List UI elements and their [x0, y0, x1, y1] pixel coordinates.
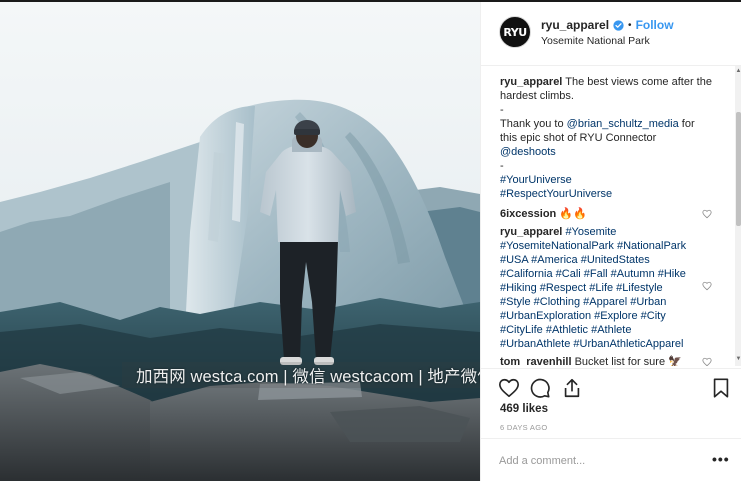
comment-username[interactable]: ryu_apparel [500, 226, 562, 238]
caption-line: ryu_apparel The best views come after th… [500, 75, 712, 89]
comment-item: ryu_apparel #Yosemite [500, 225, 616, 239]
comments-scrollbar[interactable]: ▲ ▼ [735, 66, 741, 366]
comment-like-heart-icon[interactable] [702, 357, 712, 366]
comment-item: tom_ravenhill Bucket list for sure 🦅 [500, 355, 682, 366]
hashtag-line[interactable]: #USA #America #UnitedStates [500, 253, 650, 267]
action-bar [481, 368, 741, 402]
header-row: ryu_apparel • Follow [541, 18, 674, 32]
comment-like-heart-icon[interactable] [702, 209, 712, 219]
bookmark-icon[interactable] [710, 377, 732, 399]
caption-separator: - [500, 160, 504, 172]
mention-link[interactable]: @brian_schultz_media [567, 118, 679, 130]
instagram-post-frame: 加西网 westca.com | 微信 westcacom | 地产微信 wes… [0, 0, 741, 481]
header-username[interactable]: ryu_apparel [541, 18, 609, 32]
scroll-up-arrow-icon[interactable]: ▲ [735, 68, 741, 75]
hashtag-line[interactable]: #UrbanExploration #Explore #City [500, 309, 666, 323]
comment-icon[interactable] [529, 377, 551, 399]
comments-list[interactable]: ryu_apparel The best views come after th… [481, 66, 735, 366]
caption-text: The best views come after the [565, 76, 712, 88]
comment-like-heart-icon[interactable] [702, 281, 712, 291]
mention-link[interactable]: @deshoots [500, 145, 556, 159]
comment-text: 🔥🔥 [556, 208, 587, 220]
comment-text: Bucket list for sure 🦅 [571, 356, 682, 366]
caption-line: Thank you to @brian_schultz_media for [500, 117, 695, 131]
caption-separator: - [500, 104, 504, 116]
post-timestamp[interactable]: 6 DAYS AGO [500, 423, 547, 432]
comment-username[interactable]: tom_ravenhill [500, 356, 572, 366]
caption-username[interactable]: ryu_apparel [500, 76, 562, 88]
heart-icon[interactable] [498, 377, 520, 399]
avatar[interactable]: RYU [499, 16, 531, 48]
hashtag-link[interactable]: #RespectYourUniverse [500, 187, 612, 201]
scroll-down-arrow-icon[interactable]: ▼ [735, 356, 741, 363]
caption-text: Thank you to [500, 118, 567, 130]
hashtag-line[interactable]: #CityLife #Athletic #Athlete [500, 323, 631, 337]
comment-item: 6ixcession 🔥🔥 [500, 207, 587, 221]
caption-text: for [678, 118, 695, 130]
likes-count[interactable]: 469 likes [500, 403, 548, 415]
watermark-banner: 加西网 westca.com | 微信 westcacom | 地产微信 wes… [122, 362, 480, 388]
hashtag-line[interactable]: #Hiking #Respect #Life #Lifestyle [500, 281, 663, 295]
share-icon[interactable] [561, 377, 583, 399]
hashtag-link[interactable]: #Yosemite [565, 226, 616, 238]
location-link[interactable]: Yosemite National Park [541, 35, 650, 47]
caption-line: hardest climbs. [500, 90, 574, 102]
post-photo[interactable]: 加西网 westca.com | 微信 westcacom | 地产微信 wes… [0, 2, 480, 481]
caption-line: this epic shot of RYU Connector [500, 132, 657, 144]
more-options-icon[interactable]: ••• [712, 451, 730, 467]
add-comment-bar: ••• [481, 438, 741, 481]
verified-badge-icon [613, 19, 624, 31]
header-separator: • [628, 19, 632, 31]
scroll-thumb[interactable] [736, 112, 741, 226]
hashtag-link[interactable]: #YourUniverse [500, 173, 572, 187]
hashtag-line[interactable]: #Style #Clothing #Apparel #Urban [500, 295, 666, 309]
post-side-panel: RYU ryu_apparel • Follow Yosemite Nation… [480, 2, 741, 481]
hashtag-line[interactable]: #YosemiteNationalPark #NationalPark [500, 239, 686, 253]
add-comment-input[interactable] [499, 453, 699, 469]
hashtag-line[interactable]: #California #Cali #Fall #Autumn #Hike [500, 267, 686, 281]
post-header: RYU ryu_apparel • Follow Yosemite Nation… [481, 2, 741, 66]
hashtag-line[interactable]: #UrbanAthlete #UrbanAthleticApparel [500, 337, 683, 351]
photo-illustration [0, 2, 480, 481]
follow-button[interactable]: Follow [636, 18, 674, 32]
comment-username[interactable]: 6ixcession [500, 208, 556, 220]
